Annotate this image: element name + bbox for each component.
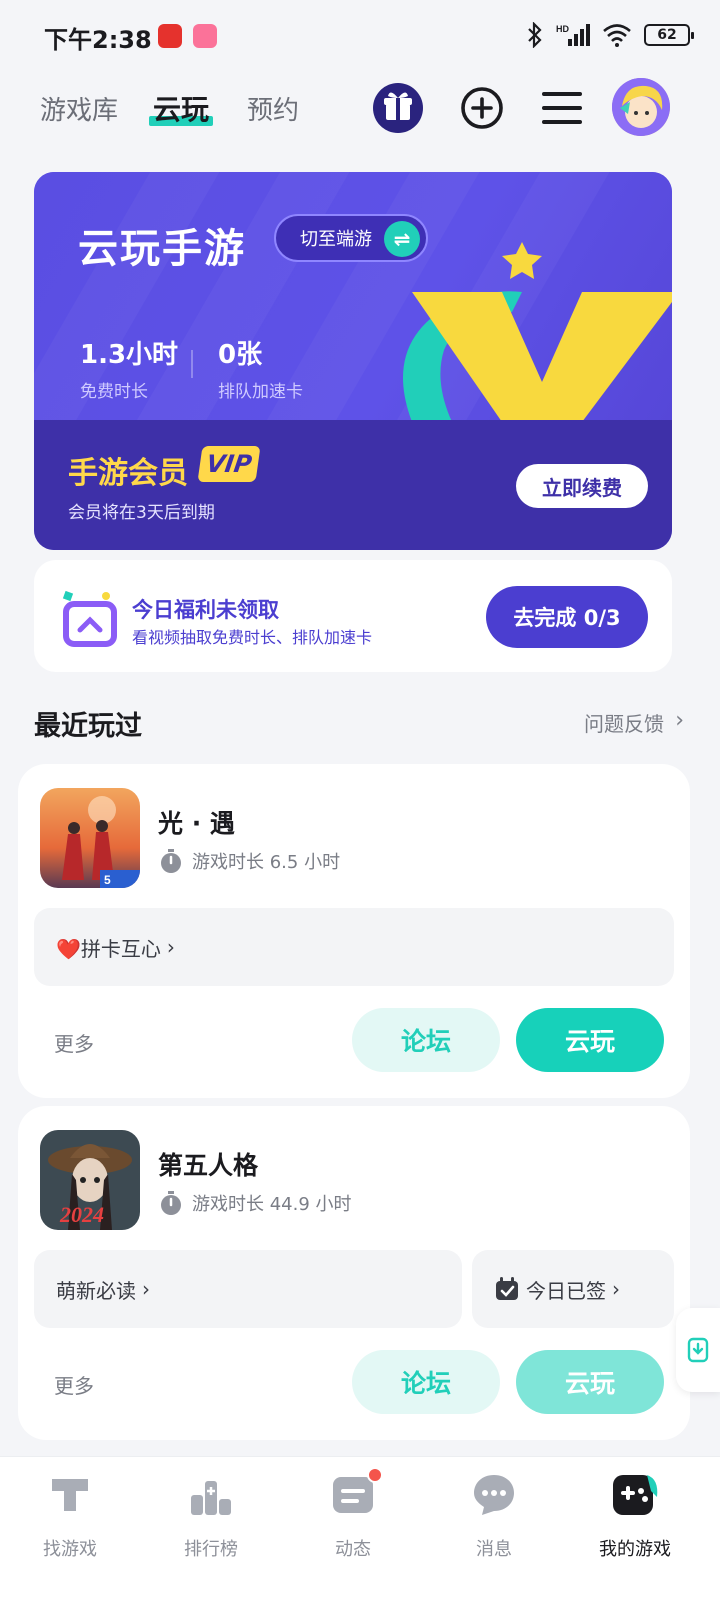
top-nav: 游戏库 云玩 预约 [0,72,720,144]
nav-label: 我的游戏 [599,1539,671,1560]
svg-text:HD: HD [556,24,569,34]
forum-button[interactable]: 论坛 [352,1008,500,1072]
tab-game-library[interactable]: 游戏库 [40,90,118,127]
chevron-right-icon: › [612,1277,620,1301]
free-time-stat: 1.3小时 免费时长 [80,334,178,402]
battery-indicator: 62 [644,24,694,46]
side-download-button[interactable] [676,1308,720,1392]
nav-label: 排行榜 [184,1539,238,1560]
gamepad-icon [613,1475,658,1515]
status-icons: HD 62 [526,22,694,48]
game-icon-sky[interactable]: 5 [40,788,140,888]
vip-section: 手游会员 VIP 会员将在3天后到期 立即续费 [34,420,672,550]
stat-divider [191,350,193,378]
bilibili-icon [193,24,217,48]
welfare-title: 今日福利未领取 [132,598,279,622]
cloud-play-button[interactable]: 云玩 [516,1008,664,1072]
forum-button[interactable]: 论坛 [352,1350,500,1414]
download-icon [687,1337,709,1363]
bluetooth-icon [528,22,542,48]
vip-expiry-text: 会员将在3天后到期 [68,503,215,523]
card-exchange-link[interactable]: ❤️拼卡互心 › [34,908,674,986]
game-playtime: 游戏时长 44.9 小时 [158,1190,352,1216]
queue-card-label: 排队加速卡 [218,382,303,402]
gift-icon [373,83,423,133]
avatar-image [612,78,670,136]
sky-icon: 5 [40,788,140,888]
vip-title: 手游会员 [68,456,188,491]
cloud-mobile-banner[interactable]: 云玩手游 切至端游 ⇌ 1.3小时 免费时长 0张 排队加速卡 手游会员 VIP… [34,172,672,550]
recent-played-title: 最近玩过 [34,711,142,742]
vip-badge: VIP [197,446,261,482]
banner-title: 云玩手游 [78,226,246,272]
nav-my-games[interactable]: 我的游戏 [575,1471,695,1561]
more-button[interactable]: 更多 [54,1028,94,1057]
nav-label: 消息 [476,1539,512,1560]
identity-v-year-badge: 2024 [59,1202,104,1227]
playtime-text: 游戏时长 44.9 小时 [192,1194,352,1215]
sky-anniversary-badge: 5 [104,873,111,887]
notification-dot [367,1467,383,1483]
chat-icon [474,1475,514,1515]
stopwatch-icon [161,1191,181,1215]
queue-card-value: 0张 [218,340,263,370]
nav-find-games[interactable]: 找游戏 [10,1471,130,1561]
tab-cloud-play[interactable]: 云玩 [148,88,214,128]
nav-label: 动态 [335,1539,371,1560]
avatar[interactable] [612,78,670,136]
free-time-value: 1.3小时 [80,340,179,370]
tab-reservation[interactable]: 预约 [247,90,299,127]
netease-music-icon [158,24,182,48]
daily-checkin-link[interactable]: 今日已签 › [472,1250,674,1328]
checkin-label: 今日已签 [526,1278,606,1303]
complete-task-button[interactable]: 去完成 0/3 [486,586,648,648]
status-time: 下午2:38 [44,26,152,54]
nav-messages[interactable]: 消息 [434,1471,554,1561]
card-exchange-label: ❤️拼卡互心 [56,936,161,961]
ranking-icon [191,1481,231,1515]
chevron-right-icon: › [142,1277,150,1301]
chevron-right-icon: › [166,935,175,959]
nav-ranking[interactable]: 排行榜 [151,1471,271,1561]
welfare-subtitle: 看视频抽取免费时长、排队加速卡 [132,628,373,647]
stopwatch-icon [161,849,181,873]
newbie-guide-label: 萌新必读 [56,1278,136,1303]
renew-button[interactable]: 立即续费 [516,464,648,508]
feed-icon-wrap [329,1467,383,1519]
status-bar: 下午2:38 HD 62 [0,0,720,72]
game-card-identity-v: 2024 第五人格 游戏时长 44.9 小时 萌新必读 › 今日已签 › 更多 … [18,1106,690,1440]
playtime-text: 游戏时长 6.5 小时 [192,852,341,873]
tv-gift-icon [62,590,117,647]
queue-card-stat: 0张 排队加速卡 [218,334,303,402]
newbie-guide-link[interactable]: 萌新必读 › [34,1250,462,1328]
game-name[interactable]: 第五人格 [158,1146,258,1182]
feedback-link[interactable]: 问题反馈 [584,708,664,737]
plus-circle-icon [461,87,503,129]
cloud-play-button[interactable]: 云玩 [516,1350,664,1414]
signal-icon: HD [556,24,590,46]
switch-label: 切至端游 [300,229,372,250]
t-shape-icon [52,1479,88,1511]
gift-button[interactable] [372,82,424,134]
game-name[interactable]: 光 · 遇 [158,804,235,840]
calendar-check-icon [496,1277,518,1300]
wifi-icon [603,24,631,47]
add-button[interactable] [456,82,508,134]
banner-top: 云玩手游 切至端游 ⇌ 1.3小时 免费时长 0张 排队加速卡 [34,172,672,483]
more-button[interactable]: 更多 [54,1370,94,1399]
menu-icon [542,92,582,124]
free-time-label: 免费时长 [80,382,148,402]
nav-feed[interactable]: 动态 [293,1467,413,1561]
bottom-nav: 找游戏 排行榜 动态 消息 我的游戏 [0,1456,720,1600]
chevron-right-icon: › [675,708,684,733]
nav-label: 找游戏 [43,1539,97,1560]
menu-button[interactable] [536,82,588,134]
game-playtime: 游戏时长 6.5 小时 [158,848,340,874]
daily-welfare-card[interactable]: 今日福利未领取 看视频抽取免费时长、排队加速卡 去完成 0/3 [34,560,672,672]
game-card-sky: 5 光 · 遇 游戏时长 6.5 小时 ❤️拼卡互心 › 更多 论坛 云玩 [18,764,690,1098]
identity-v-icon: 2024 [40,1130,140,1230]
v-logo-icon [403,242,672,422]
game-icon-identity-v[interactable]: 2024 [40,1130,140,1230]
